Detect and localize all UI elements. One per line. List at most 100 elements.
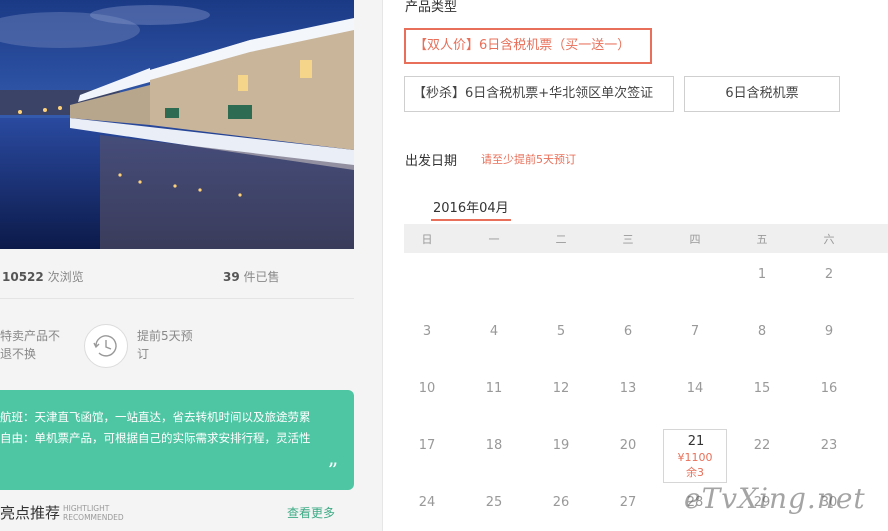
calendar-day: 19 [529, 431, 593, 485]
day-number: 25 [485, 495, 503, 510]
calendar-day: 15 [730, 374, 794, 428]
feature-text-line: 提前5天预 [137, 329, 193, 343]
weekday-label: 二 [555, 233, 567, 246]
recommend-en-line: HIGHTLIGHT [63, 504, 110, 513]
recommend-subtitle: HIGHTLIGHT RECOMMENDED [63, 504, 124, 522]
calendar-day: 4 [462, 317, 526, 371]
calendar-day: 14 [663, 374, 727, 428]
calendar-day: 17 [395, 431, 459, 485]
views-stat: 10522 次浏览 [2, 268, 84, 285]
product-photo [0, 0, 354, 249]
calendar-day: 22 [730, 431, 794, 485]
calendar-day: 3 [395, 317, 459, 371]
calendar-day: 23 [797, 431, 861, 485]
feature-text-line: 退不换 [0, 347, 37, 361]
feature-text-line: 特卖产品不 [0, 329, 61, 343]
calendar-day: 26 [529, 488, 593, 531]
product-stats: 10522 次浏览 39 件已售 [0, 262, 354, 288]
calendar-day: 7 [663, 317, 727, 371]
day-number: 11 [485, 381, 503, 396]
divider [0, 298, 354, 299]
weekday-label: 四 [689, 233, 701, 246]
product-info-panel: 10522 次浏览 39 件已售 特卖产品不 退不换 提前5天预 订 航班：天津… [0, 0, 354, 531]
weekday-label: 日 [421, 233, 433, 246]
day-number: 5 [556, 324, 566, 339]
highlight-box: 航班：天津直飞函馆，一站直达，省去转机时间以及旅途劳累 自由：单机票产品，可根据… [0, 390, 354, 490]
calendar-day: 25 [462, 488, 526, 531]
day-number: 16 [820, 381, 838, 396]
calendar-day: 2 [797, 260, 861, 314]
day-number: 6 [623, 324, 633, 339]
quote-icon: ” [327, 458, 338, 482]
day-price: ¥1100 [677, 451, 713, 464]
day-number: 3 [422, 324, 432, 339]
day-number: 19 [552, 438, 570, 453]
departure-date-title: 出发日期 [405, 154, 458, 169]
weekday-label: 一 [488, 233, 500, 246]
day-stock: 余3 [686, 466, 704, 479]
day-number: 17 [418, 438, 436, 453]
weekday-label: 六 [823, 233, 835, 246]
day-number: 14 [686, 381, 704, 396]
day-number: 20 [619, 438, 637, 453]
day-number: 26 [552, 495, 570, 510]
day-number: 2 [824, 267, 834, 282]
calendar-day: 10 [395, 374, 459, 428]
feature-text-line: 订 [137, 347, 150, 361]
day-number: 10 [418, 381, 436, 396]
calendar-day: 13 [596, 374, 660, 428]
month-tab-underline [431, 219, 511, 221]
day-number: 4 [489, 324, 499, 339]
calendar-day: 24 [395, 488, 459, 531]
weekday-label: 五 [756, 233, 768, 246]
sold-label: 件已售 [243, 270, 280, 284]
day-number: 18 [485, 438, 503, 453]
calendar-day: 20 [596, 431, 660, 485]
highlight-flight: 航班：天津直飞函馆，一站直达，省去转机时间以及旅途劳累 [0, 410, 311, 424]
calendar-weekday-header: 日一二三四五六 [404, 224, 888, 253]
calendar-day: 27 [596, 488, 660, 531]
date-hint: 请至少提前5天预订 [481, 153, 576, 166]
sold-count: 39 [223, 270, 240, 284]
option-couple-price[interactable]: 【双人价】6日含税机票（买一送一） [404, 28, 652, 64]
view-more-link[interactable]: 查看更多 [287, 504, 335, 521]
sold-stat: 39 件已售 [223, 268, 280, 285]
highlight-freedom: 自由：单机票产品，可根据自己的实际需求安排行程，灵活性 [0, 431, 311, 445]
recommend-header: 亮点推荐 HIGHTLIGHT RECOMMENDED 查看更多 [0, 500, 354, 528]
clock-icon [84, 324, 128, 368]
day-number: 7 [690, 324, 700, 339]
day-number: 22 [753, 438, 771, 453]
feature-no-refund: 特卖产品不 退不换 [0, 327, 70, 363]
option-ticket-only[interactable]: 6日含税机票 [684, 76, 840, 112]
calendar-day: 8 [730, 317, 794, 371]
booking-panel: 产品类型 【双人价】6日含税机票（买一送一） 【秒杀】6日含税机票+华北领区单次… [383, 0, 888, 531]
option-flash-sale[interactable]: 【秒杀】6日含税机票+华北领区单次签证 [404, 76, 674, 112]
recommend-title: 亮点推荐 [0, 504, 61, 522]
day-number: 9 [824, 324, 834, 339]
recommend-en-line: RECOMMENDED [63, 513, 124, 522]
day-number: 21 [687, 434, 705, 449]
watermark: eTvXing.net [684, 482, 866, 515]
feature-book-ahead: 提前5天预 订 [137, 327, 197, 363]
calendar-day: 18 [462, 431, 526, 485]
day-number: 23 [820, 438, 838, 453]
page: 10522 次浏览 39 件已售 特卖产品不 退不换 提前5天预 订 航班：天津… [0, 0, 888, 531]
calendar-day: 1 [730, 260, 794, 314]
day-number: 8 [757, 324, 767, 339]
calendar-day: 16 [797, 374, 861, 428]
weekday-label: 三 [622, 233, 634, 246]
product-type-title: 产品类型 [405, 0, 458, 15]
day-number: 27 [619, 495, 637, 510]
month-tab[interactable]: 2016年04月 [433, 197, 509, 216]
calendar-day-available[interactable]: 21 ¥1100 余3 [663, 429, 727, 483]
views-count: 10522 [2, 270, 44, 284]
calendar-day: 11 [462, 374, 526, 428]
day-number: 13 [619, 381, 637, 396]
day-number: 15 [753, 381, 771, 396]
calendar-day: 6 [596, 317, 660, 371]
day-number: 1 [757, 267, 767, 282]
calendar-day: 12 [529, 374, 593, 428]
views-label: 次浏览 [47, 270, 84, 284]
day-number: 24 [418, 495, 436, 510]
calendar-day: 9 [797, 317, 861, 371]
